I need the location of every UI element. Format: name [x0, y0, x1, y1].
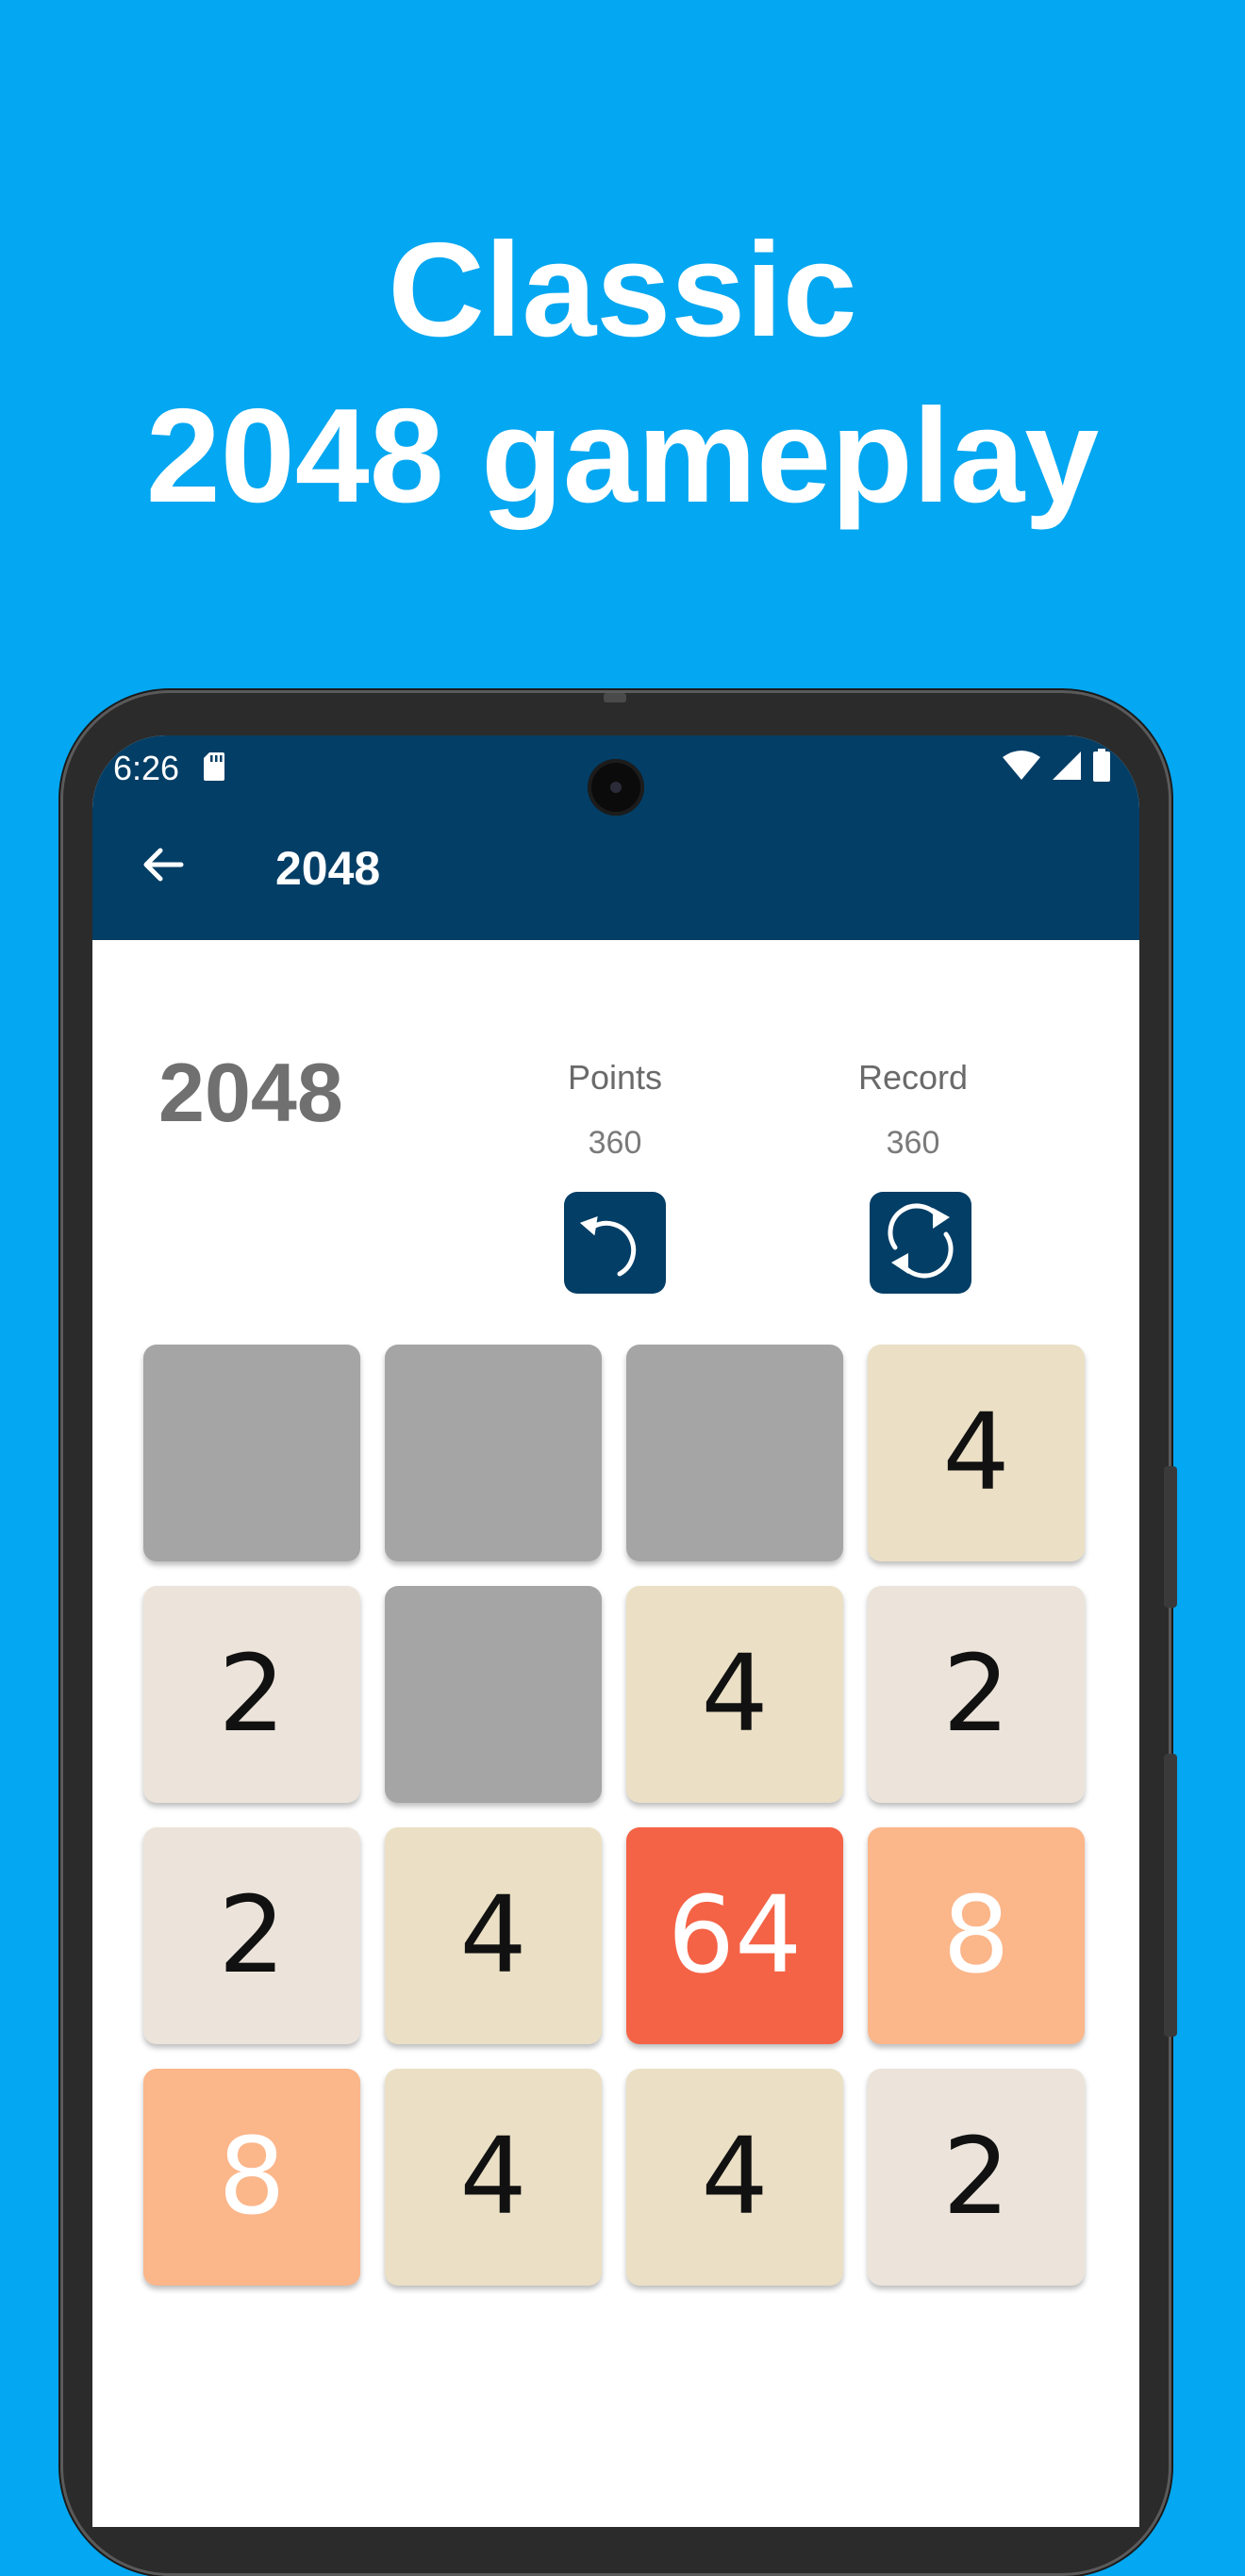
battery-icon: [1092, 749, 1111, 787]
phone-screen: 6:26 2048 2048 Points 360 Record 360 4 2…: [92, 735, 1139, 2527]
tile: 4: [385, 1827, 602, 2044]
points-value: 360: [588, 1125, 642, 1161]
power-button: [1164, 1754, 1177, 2037]
points-label: Points: [567, 1058, 663, 1097]
phone-top-notch: [604, 693, 626, 702]
signal-icon: [1051, 750, 1083, 786]
promo-line-1: Classic: [388, 215, 857, 365]
undo-icon: [573, 1198, 657, 1288]
tile: 2: [143, 1827, 360, 2044]
undo-button[interactable]: [564, 1192, 666, 1294]
tile: 4: [385, 2069, 602, 2286]
app-bar-title: 2048: [275, 842, 381, 895]
tile: 4: [868, 1345, 1085, 1561]
sd-card-icon: [202, 751, 226, 787]
restart-button[interactable]: [870, 1192, 971, 1294]
volume-button: [1164, 1466, 1177, 1608]
record-label: Record: [857, 1058, 969, 1097]
tile: 8: [143, 2069, 360, 2286]
back-button[interactable]: [138, 839, 189, 890]
empty-tile: [626, 1345, 843, 1561]
promo-headline: Classic 2048 gameplay: [0, 207, 1245, 539]
tile: 4: [626, 1586, 843, 1803]
tile: 8: [868, 1827, 1085, 2044]
tile: 64: [626, 1827, 843, 2044]
tile: 2: [868, 1586, 1085, 1803]
empty-tile: [143, 1345, 360, 1561]
front-camera: [588, 759, 644, 816]
empty-tile: [385, 1345, 602, 1561]
tile: 4: [626, 2069, 843, 2286]
status-time: 6:26: [113, 749, 180, 787]
tile: 2: [143, 1586, 360, 1803]
game-title: 2048: [158, 1046, 343, 1139]
promo-line-2: 2048 gameplay: [145, 381, 1100, 531]
status-icons: [1002, 749, 1111, 787]
tile: 2: [868, 2069, 1085, 2286]
wifi-icon: [1002, 750, 1041, 786]
empty-tile: [385, 1586, 602, 1803]
restart-icon: [878, 1198, 963, 1288]
app-bar: 6:26 2048: [92, 735, 1139, 940]
arrow-left-icon: [138, 848, 189, 894]
record-value: 360: [886, 1125, 940, 1161]
